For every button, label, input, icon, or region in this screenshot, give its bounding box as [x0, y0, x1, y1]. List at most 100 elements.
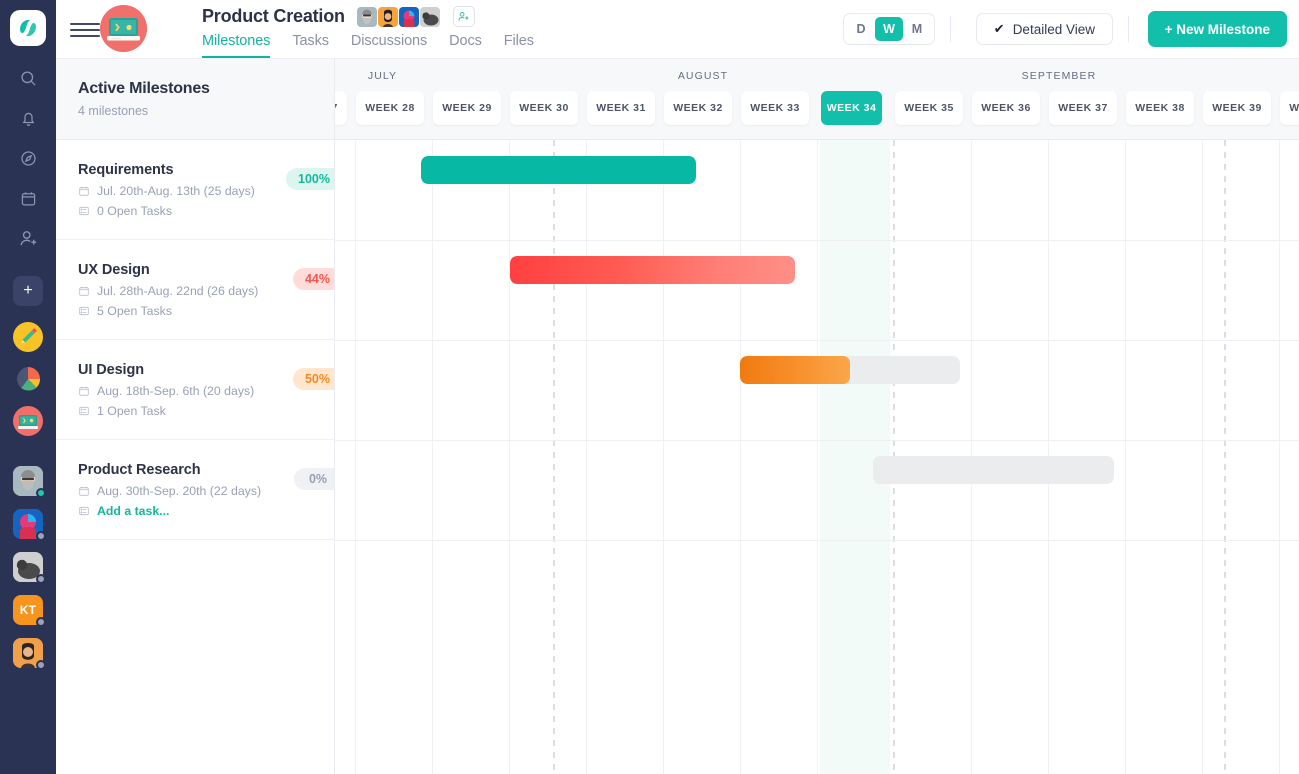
grid-line	[355, 140, 356, 774]
week-pill-28[interactable]: WEEK 28	[356, 91, 424, 125]
grid-line	[817, 140, 818, 774]
notes-app-icon[interactable]	[13, 322, 43, 352]
member-avatar-3[interactable]	[399, 7, 419, 27]
avatar-cat[interactable]	[13, 552, 43, 582]
week-pill-29[interactable]: WEEK 29	[433, 91, 501, 125]
menu-icon[interactable]	[70, 20, 100, 40]
timeline-header: JULY AUGUST SEPTEMBER WEEK 27 WEEK 28 WE…	[335, 59, 1299, 140]
row-divider	[335, 240, 1299, 241]
progress-badge: 0%	[294, 468, 335, 490]
grid-line	[432, 140, 433, 774]
zoom-week-button[interactable]: W	[875, 17, 903, 41]
app-logo[interactable]	[10, 10, 46, 46]
page-title: Product Creation	[202, 6, 345, 27]
add-icon[interactable]: +	[13, 276, 43, 306]
divider-1	[950, 16, 951, 42]
calendar-icon	[78, 385, 90, 397]
milestone-row-product-research[interactable]: Product Research Aug. 30th-Sep. 20th (22…	[56, 440, 334, 540]
add-person-icon[interactable]	[8, 218, 48, 258]
row-divider	[335, 440, 1299, 441]
week-pill-30[interactable]: WEEK 30	[510, 91, 578, 125]
top-bar: Product Creation	[56, 0, 1299, 59]
compass-icon[interactable]	[8, 138, 48, 178]
grid-line	[509, 140, 510, 774]
milestone-tasks: 0 Open Tasks	[78, 204, 334, 218]
week-pill-37[interactable]: WEEK 37	[1049, 91, 1117, 125]
milestone-add-task[interactable]: Add a task...	[78, 504, 334, 518]
week-pill-36[interactable]: WEEK 36	[972, 91, 1040, 125]
left-rail: +	[0, 0, 56, 774]
detailed-view-label: Detailed View	[1013, 22, 1095, 37]
task-list-icon	[78, 505, 90, 517]
zoom-month-button[interactable]: M	[903, 17, 931, 41]
week-pill-39[interactable]: WEEK 39	[1203, 91, 1271, 125]
project-tabs: Milestones Tasks Discussions Docs Files	[202, 33, 534, 58]
gantt-bar-ux-design[interactable]	[510, 256, 795, 284]
gantt-bar-product-research[interactable]	[873, 456, 1114, 484]
gantt-bar-ui-design[interactable]	[740, 356, 960, 384]
calendar-icon	[78, 485, 90, 497]
tab-discussions[interactable]: Discussions	[351, 33, 427, 58]
gantt-timeline: JULY AUGUST SEPTEMBER WEEK 27 WEEK 28 WE…	[335, 59, 1299, 774]
milestone-dates-text: Jul. 28th-Aug. 22nd (26 days)	[97, 284, 258, 298]
milestone-dates-text: Aug. 18th-Sep. 6th (20 days)	[97, 384, 254, 398]
row-divider	[335, 340, 1299, 341]
milestones-sidebar: Active Milestones 4 milestones Requireme…	[56, 59, 335, 774]
avatar-kt[interactable]: KT	[13, 595, 43, 625]
search-icon[interactable]	[8, 58, 48, 98]
tab-files[interactable]: Files	[504, 33, 534, 58]
gantt-bar-requirements[interactable]	[421, 156, 696, 184]
month-label-august: AUGUST	[615, 70, 791, 82]
tab-docs[interactable]: Docs	[449, 33, 482, 58]
member-avatars[interactable]	[357, 7, 440, 27]
week-pill-34-current[interactable]: WEEK 34	[821, 91, 882, 125]
detailed-view-button[interactable]: ✔ Detailed View	[976, 13, 1113, 45]
week-pill-27[interactable]: WEEK 27	[335, 91, 347, 125]
milestone-dates-text: Jul. 20th-Aug. 13th (25 days)	[97, 184, 255, 198]
bell-icon[interactable]	[8, 98, 48, 138]
gantt-bar-fill	[421, 156, 696, 184]
member-avatar-4[interactable]	[420, 7, 440, 27]
tab-tasks[interactable]: Tasks	[292, 33, 329, 58]
project-title-area: Product Creation	[202, 6, 475, 27]
calendar-icon[interactable]	[8, 178, 48, 218]
calendar-icon	[78, 285, 90, 297]
zoom-day-button[interactable]: D	[847, 17, 875, 41]
avatar-blue-portrait[interactable]	[13, 509, 43, 539]
week-pill-32[interactable]: WEEK 32	[664, 91, 732, 125]
week-pill-33[interactable]: WEEK 33	[741, 91, 809, 125]
product-creation-project-icon[interactable]	[13, 406, 43, 436]
avatar-bearded-man[interactable]	[13, 466, 43, 496]
grid-line	[740, 140, 741, 774]
tab-milestones[interactable]: Milestones	[202, 33, 270, 58]
week-pill-40[interactable]: WEEK 40	[1280, 91, 1299, 125]
zoom-level-segmented-control: D W M	[843, 13, 935, 45]
new-milestone-button[interactable]: + New Milestone	[1148, 11, 1287, 47]
member-avatar-1[interactable]	[357, 7, 377, 27]
check-icon: ✔	[994, 21, 1005, 37]
task-list-icon	[78, 405, 90, 417]
member-avatar-2[interactable]	[378, 7, 398, 27]
week-pill-35[interactable]: WEEK 35	[895, 91, 963, 125]
add-task-link[interactable]: Add a task...	[97, 504, 169, 518]
invite-member-button[interactable]	[453, 6, 475, 27]
gantt-bar-fill	[510, 256, 795, 284]
divider-2	[1128, 16, 1129, 42]
reports-app-icon[interactable]	[13, 364, 43, 394]
milestones-title: Active Milestones	[78, 80, 334, 98]
milestone-tasks-text: 1 Open Task	[97, 404, 166, 418]
grid-line	[1279, 140, 1280, 774]
milestones-count: 4 milestones	[78, 104, 334, 118]
progress-badge: 100%	[286, 168, 335, 190]
avatar-woman[interactable]	[13, 638, 43, 668]
milestone-tasks: 5 Open Tasks	[78, 304, 334, 318]
milestone-row-ux-design[interactable]: UX Design Jul. 28th-Aug. 22nd (26 days) …	[56, 240, 334, 340]
gantt-bar-track	[873, 456, 1114, 484]
milestone-dates-text: Aug. 30th-Sep. 20th (22 days)	[97, 484, 261, 498]
timeline-grid[interactable]	[335, 140, 1299, 774]
milestone-row-requirements[interactable]: Requirements Jul. 20th-Aug. 13th (25 day…	[56, 140, 334, 240]
week-pill-38[interactable]: WEEK 38	[1126, 91, 1194, 125]
grid-line	[586, 140, 587, 774]
milestone-row-ui-design[interactable]: UI Design Aug. 18th-Sep. 6th (20 days) 1…	[56, 340, 334, 440]
week-pill-31[interactable]: WEEK 31	[587, 91, 655, 125]
